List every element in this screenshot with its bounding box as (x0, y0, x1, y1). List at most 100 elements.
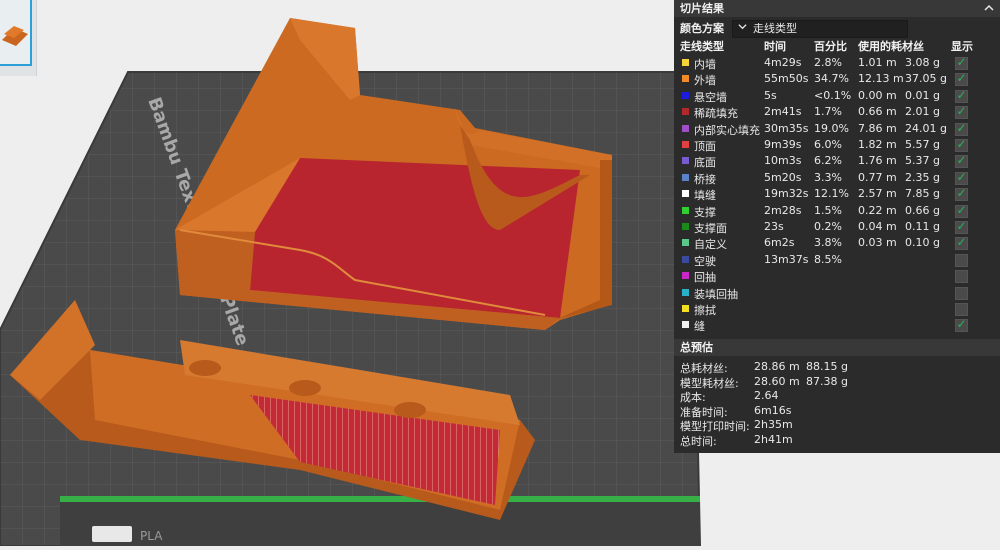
feature-length: 0.00 m (858, 88, 897, 102)
display-checkbox[interactable]: ✓ (955, 169, 968, 185)
feature-length: 12.13 m (858, 72, 904, 86)
table-row: 填缝 19m32s 12.1% 2.57 m 7.85 g ✓ (674, 186, 1000, 202)
color-swatch (682, 91, 689, 99)
plate-logo-text: PLA (140, 529, 163, 543)
summary-label: 总耗材丝: (680, 362, 728, 375)
feature-percent: 1.5% (814, 203, 842, 217)
display-checkbox[interactable]: ✓ (955, 219, 968, 234)
feature-weight: 2.01 g (905, 105, 940, 119)
checkmark-icon: ✓ (956, 169, 967, 184)
color-swatch (682, 75, 689, 83)
feature-percent: 19.0% (814, 121, 849, 135)
summary-value: 2.64 (754, 389, 779, 403)
feature-length: 0.77 m (858, 170, 897, 184)
display-checkbox[interactable]: ✓ (955, 186, 968, 202)
column-time: 时间 (764, 40, 786, 53)
color-swatch (682, 272, 689, 280)
color-swatch (682, 157, 689, 165)
summary-value: 2h35m (754, 418, 793, 432)
chevron-up-icon[interactable] (984, 0, 994, 18)
feature-name: 内部实心填充 (694, 123, 760, 137)
color-swatch (682, 223, 689, 230)
table-row: 悬空墙 5s <0.1% 0.00 m 0.01 g ✓ (674, 88, 1000, 104)
color-swatch (682, 190, 689, 198)
feature-length: 1.01 m (858, 56, 897, 69)
display-checkbox[interactable] (955, 270, 968, 284)
table-row: 内墙 4m29s 2.8% 1.01 m 3.08 g ✓ (674, 55, 1000, 71)
feature-name: 擦拭 (694, 304, 716, 317)
table-row: 装填回抽 (674, 285, 1000, 301)
feature-time: 23s (764, 220, 784, 233)
feature-percent: 0.2% (814, 220, 842, 233)
display-checkbox[interactable]: ✓ (955, 104, 968, 120)
feature-name: 悬空墙 (694, 90, 727, 104)
checkmark-icon: ✓ (956, 186, 967, 201)
summary-value-secondary: 88.15 g (806, 360, 848, 373)
checkmark-icon: ✓ (956, 137, 967, 151)
feature-length: 1.82 m (858, 138, 897, 151)
feature-length: 0.22 m (858, 203, 897, 217)
checkmark-icon: ✓ (956, 120, 967, 135)
feature-name: 自定义 (694, 238, 727, 252)
display-checkbox[interactable]: ✓ (955, 202, 968, 218)
feature-name: 填缝 (694, 189, 716, 203)
table-row: 稀疏填充 2m41s 1.7% 0.66 m 2.01 g ✓ (674, 104, 1000, 120)
feature-percent: 2.8% (814, 56, 842, 69)
display-checkbox[interactable]: ✓ (955, 317, 968, 333)
plate-thumbnail-sidebar[interactable] (0, 0, 37, 76)
table-row: 支撑面 23s 0.2% 0.04 m 0.11 g ✓ (674, 219, 1000, 235)
display-checkbox[interactable]: ✓ (955, 120, 968, 136)
table-row: 内部实心填充 30m35s 19.0% 7.86 m 24.01 g ✓ (674, 121, 1000, 137)
feature-weight: 5.37 g (905, 154, 940, 168)
summary-header: 总预估 (674, 339, 1000, 356)
plate-thumbnail[interactable] (0, 0, 32, 66)
display-checkbox[interactable]: ✓ (955, 55, 968, 70)
display-checkbox[interactable]: ✓ (955, 88, 968, 103)
feature-percent: 8.5% (814, 252, 842, 266)
feature-percent: 12.1% (814, 187, 849, 201)
color-swatch (682, 141, 689, 148)
feature-percent: 3.3% (814, 170, 842, 184)
checkmark-icon: ✓ (956, 202, 967, 217)
summary-value: 6m16s (754, 403, 792, 417)
feature-time: 13m37s (764, 252, 809, 266)
feature-weight: 0.10 g (905, 236, 940, 250)
display-checkbox[interactable]: ✓ (955, 71, 968, 87)
color-swatch (682, 321, 689, 329)
feature-time: 30m35s (764, 121, 809, 135)
feature-weight: 3.08 g (905, 56, 940, 69)
checkmark-icon: ✓ (956, 153, 967, 168)
display-checkbox[interactable]: ✓ (955, 235, 968, 251)
feature-length: 1.76 m (858, 154, 897, 168)
feature-percent: 1.7% (814, 105, 842, 119)
feature-weight: 2.35 g (905, 170, 940, 184)
feature-length: 7.86 m (858, 121, 897, 135)
display-checkbox[interactable] (955, 253, 968, 267)
summary-label: 成本: (680, 391, 706, 405)
display-checkbox[interactable]: ✓ (955, 153, 968, 169)
display-checkbox[interactable] (955, 303, 968, 316)
table-row: 支撑 2m28s 1.5% 0.22 m 0.66 g ✓ (674, 203, 1000, 219)
plate-edge-strip (60, 496, 700, 502)
feature-time: 2m28s (764, 203, 802, 217)
color-scheme-select[interactable]: 走线类型 (732, 20, 908, 38)
summary-label: 准备时间: (680, 405, 728, 419)
checkmark-icon: ✓ (956, 55, 967, 69)
chevron-down-icon (738, 21, 747, 37)
display-checkbox[interactable] (955, 286, 968, 300)
display-checkbox[interactable]: ✓ (955, 137, 968, 152)
panel-header[interactable]: 切片结果 (674, 0, 1000, 17)
feature-name: 外墙 (694, 74, 716, 88)
color-swatch (682, 173, 689, 181)
table-row: 擦拭 (674, 301, 1000, 317)
color-swatch (682, 288, 689, 296)
feature-time: 55m50s (764, 72, 809, 86)
feature-percent: 6.0% (814, 138, 842, 151)
feature-time: 19m32s (764, 187, 809, 201)
table-row: 空驶 13m37s 8.5% (674, 252, 1000, 268)
color-swatch (682, 124, 689, 132)
table-row: 底面 10m3s 6.2% 1.76 m 5.37 g ✓ (674, 153, 1000, 169)
summary-title: 总预估 (680, 341, 713, 354)
column-usage: 使用的耗材丝 (858, 40, 924, 53)
feature-time: 6m2s (764, 236, 795, 250)
